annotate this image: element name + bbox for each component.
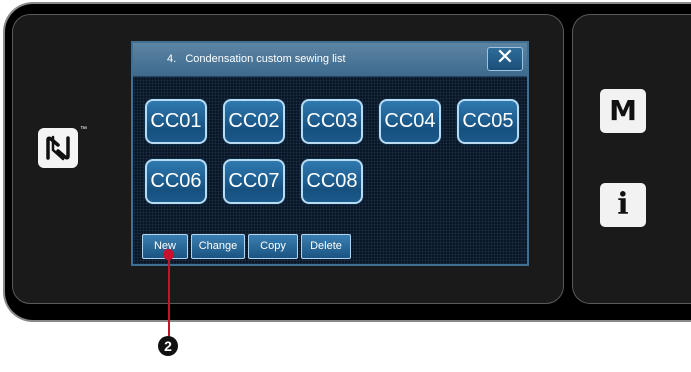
nfc-trademark: ™ — [80, 126, 87, 133]
cc-button[interactable]: CC06 — [145, 159, 207, 204]
cc-button[interactable]: CC03 — [301, 99, 363, 144]
sewing-list-dialog: 4. Condensation custom sewing list ✕ CC0… — [131, 41, 529, 266]
m-button[interactable]: M — [600, 89, 646, 133]
side-button-panel — [572, 14, 691, 304]
callout-number: 2 — [158, 336, 178, 356]
info-button[interactable]: i — [600, 183, 646, 227]
cc-button[interactable]: CC01 — [145, 99, 207, 144]
cc-button[interactable]: CC04 — [379, 99, 441, 144]
nfc-icon — [38, 128, 78, 168]
dialog-titlebar: 4. Condensation custom sewing list ✕ — [133, 43, 527, 77]
delete-button[interactable]: Delete — [301, 234, 351, 259]
close-button[interactable]: ✕ — [487, 47, 523, 71]
copy-button[interactable]: Copy — [248, 234, 298, 259]
callout-dot — [163, 249, 174, 260]
cc-button[interactable]: CC05 — [457, 99, 519, 144]
change-button[interactable]: Change — [191, 234, 245, 259]
dialog-title: 4. Condensation custom sewing list — [167, 53, 346, 65]
callout-line — [168, 253, 170, 338]
cc-button[interactable]: CC08 — [301, 159, 363, 204]
cc-button[interactable]: CC07 — [223, 159, 285, 204]
cc-button[interactable]: CC02 — [223, 99, 285, 144]
